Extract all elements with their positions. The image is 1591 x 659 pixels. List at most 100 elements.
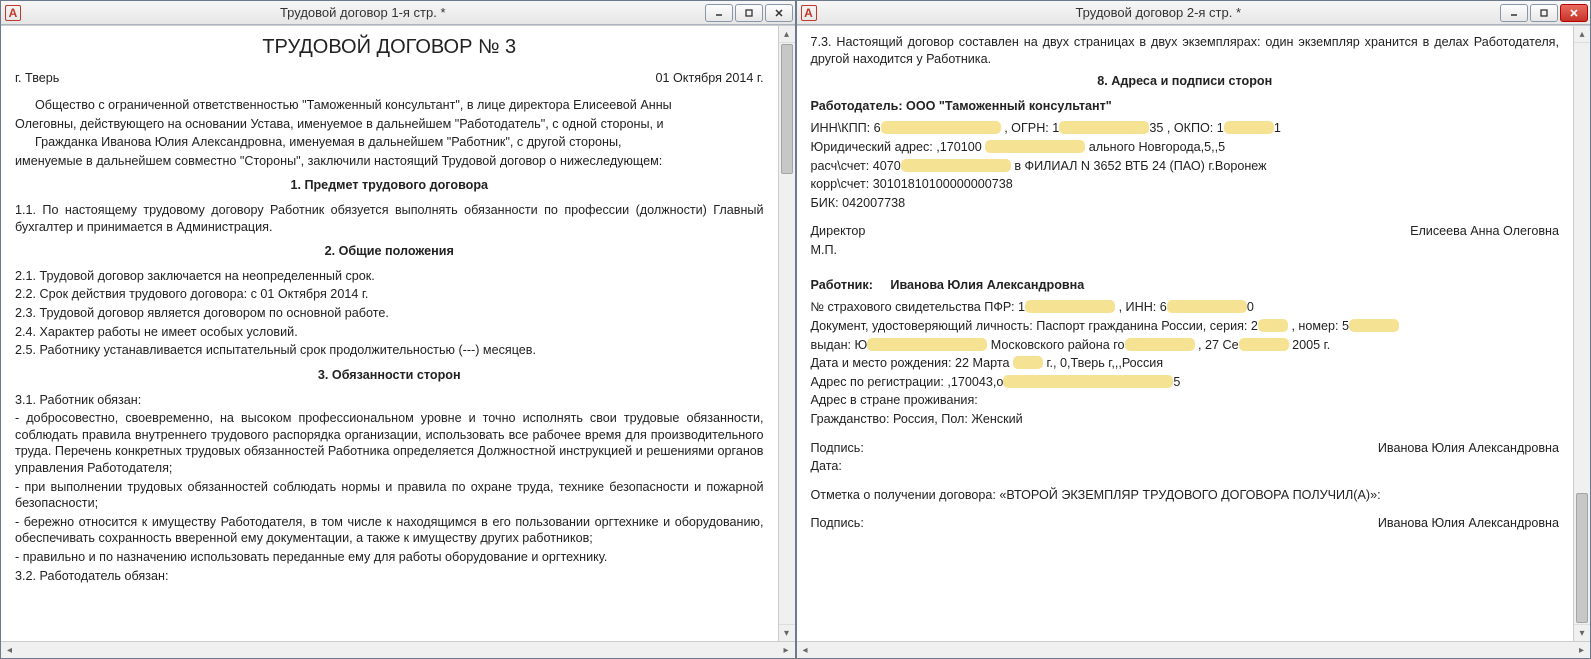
director-label: Директор <box>811 223 866 240</box>
employee-citizenship: Гражданство: Россия, Пол: Женский <box>811 411 1560 428</box>
employee-doc: Документ, удостоверяющий личность: Паспо… <box>811 318 1560 335</box>
employee-name: Иванова Юлия Александровна <box>890 278 1084 292</box>
scroll-right-arrow[interactable]: ▸ <box>778 645 795 656</box>
list-item: 2.1. Трудовой договор заключается на нео… <box>15 268 764 285</box>
client-area: ТРУДОВОЙ ДОГОВОР № 3 г. Тверь 01 Октября… <box>1 25 795 641</box>
maximize-button[interactable] <box>735 4 763 22</box>
employee-birth: Дата и место рождения: 22 Марта г., 0,Тв… <box>811 355 1560 372</box>
minimize-button[interactable] <box>1500 4 1528 22</box>
section-1-title: 1. Предмет трудового договора <box>15 177 764 194</box>
reg-addr-tail: 5 <box>1173 375 1180 389</box>
window-title: Трудовой договор 2-я стр. * <box>823 5 1495 20</box>
okpo-tail: 1 <box>1274 121 1281 135</box>
scroll-up-arrow[interactable]: ▴ <box>779 26 795 43</box>
employer-bik: БИК: 042007738 <box>811 195 1560 212</box>
doc-title: ТРУДОВОЙ ДОГОВОР № 3 <box>15 34 764 60</box>
p-7-3: 7.3. Настоящий договор составлен на двух… <box>811 34 1560 67</box>
list-item: - при выполнении трудовых обязанностей с… <box>15 479 764 512</box>
inn-label: ИНН\КПП: 6 <box>811 121 881 135</box>
signature-label: Подпись: <box>811 440 864 457</box>
window-controls <box>1500 4 1588 22</box>
section-8-title: 8. Адреса и подписи сторон <box>811 73 1560 90</box>
issued-year: 2005 г. <box>1289 338 1331 352</box>
redacted <box>1349 319 1399 332</box>
scroll-left-arrow[interactable]: ◂ <box>797 645 814 656</box>
redacted <box>1239 338 1289 351</box>
rs-tail: в ФИЛИАЛ N 3652 ВТБ 24 (ПАО) г.Воронеж <box>1014 159 1266 173</box>
mp-stamp: М.П. <box>811 242 1560 259</box>
redacted <box>1013 356 1043 369</box>
birth-tail: г., 0,Тверь г,,,Россия <box>1043 356 1163 370</box>
minimize-button[interactable] <box>705 4 733 22</box>
employee-pfr: № страхового свидетельства ПФР: 1 , ИНН:… <box>811 299 1560 316</box>
list-item: 2.3. Трудовой договор является договором… <box>15 305 764 322</box>
redacted <box>985 140 1085 153</box>
redacted <box>1025 300 1115 313</box>
birth-label: Дата и место рождения: 22 Марта <box>811 356 1013 370</box>
employee-live-addr: Адрес в стране проживания: <box>811 392 1560 409</box>
vertical-scrollbar[interactable]: ▴ ▾ <box>778 26 795 641</box>
redacted <box>1167 300 1247 313</box>
rs-label: расч\счет: 4070 <box>811 159 901 173</box>
list-item: 2.4. Характер работы не имеет особых усл… <box>15 324 764 341</box>
redacted <box>1224 121 1274 134</box>
preamble-line: Гражданка Иванова Юлия Александровна, им… <box>15 134 764 151</box>
redacted <box>1125 338 1195 351</box>
close-button[interactable] <box>1560 4 1588 22</box>
legal-addr-tail: ального Новгорода,5,,5 <box>1089 140 1225 154</box>
section-2-title: 2. Общие положения <box>15 243 764 260</box>
preamble-line: Общество с ограниченной ответственностью… <box>15 97 764 114</box>
titlebar[interactable]: A Трудовой договор 1-я стр. * <box>1 1 795 25</box>
okpo-label: , ОКПО: 1 <box>1167 121 1224 135</box>
scroll-left-arrow[interactable]: ◂ <box>1 645 18 656</box>
vertical-scrollbar[interactable]: ▴ ▾ <box>1573 26 1590 641</box>
issued-tail: , 27 Се <box>1198 338 1239 352</box>
preamble-line: именуемые в дальнейшем совместно "Сторон… <box>15 153 764 170</box>
employee-heading: Работник: Иванова Юлия Александровна <box>811 277 1560 294</box>
issued-label: выдан: Ю <box>811 338 868 352</box>
list-item: - добросовестно, своевременно, на высоко… <box>15 410 764 476</box>
preamble-line: Олеговны, действующего на основании Уста… <box>15 116 764 133</box>
employer-ks: корр\счет: 30101810100000000738 <box>811 176 1560 193</box>
scroll-thumb[interactable] <box>1576 493 1588 623</box>
employer-heading: Работодатель: ООО "Таможенный консультан… <box>811 98 1560 115</box>
pfr-tail: 0 <box>1247 300 1254 314</box>
list-item: 2.2. Срок действия трудового договора: с… <box>15 286 764 303</box>
employee-issued: выдан: Ю Московского района го , 27 Се 2… <box>811 337 1560 354</box>
maximize-button[interactable] <box>1530 4 1558 22</box>
document-body[interactable]: ТРУДОВОЙ ДОГОВОР № 3 г. Тверь 01 Октября… <box>1 26 778 641</box>
pfr-inn-label: , ИНН: 6 <box>1119 300 1167 314</box>
client-area: 7.3. Настоящий договор составлен на двух… <box>797 25 1591 641</box>
signature-name: Иванова Юлия Александровна <box>1378 440 1559 457</box>
scroll-thumb[interactable] <box>781 44 793 174</box>
redacted <box>867 338 987 351</box>
window-title: Трудовой договор 1-я стр. * <box>27 5 699 20</box>
signature2-name: Иванова Юлия Александровна <box>1378 515 1559 532</box>
horizontal-scrollbar[interactable]: ◂ ▸ <box>797 641 1591 658</box>
receipt-note: Отметка о получении договора: «ВТОРОЙ ЭК… <box>811 487 1560 504</box>
s1-p1: 1.1. По настоящему трудовому договору Ра… <box>15 202 764 235</box>
issued-mid: Московского района го <box>991 338 1125 352</box>
titlebar[interactable]: A Трудовой договор 2-я стр. * <box>797 1 1591 25</box>
s3-1-head: 3.1. Работник обязан: <box>15 392 764 409</box>
app-icon: A <box>801 5 817 21</box>
doc-date: 01 Октября 2014 г. <box>655 70 763 87</box>
scroll-up-arrow[interactable]: ▴ <box>1574 26 1590 43</box>
scroll-down-arrow[interactable]: ▾ <box>779 624 795 641</box>
redacted <box>1059 121 1149 134</box>
employer-legal-address: Юридический адрес: ,170100 ального Новго… <box>811 139 1560 156</box>
employee-label: Работник: <box>811 278 873 292</box>
scroll-down-arrow[interactable]: ▾ <box>1574 624 1590 641</box>
horizontal-scrollbar[interactable]: ◂ ▸ <box>1 641 795 658</box>
redacted <box>881 121 1001 134</box>
document-body[interactable]: 7.3. Настоящий договор составлен на двух… <box>797 26 1574 641</box>
redacted <box>901 159 1011 172</box>
scroll-right-arrow[interactable]: ▸ <box>1573 645 1590 656</box>
desktop: A Трудовой договор 1-я стр. * ТРУДОВОЙ Д… <box>0 0 1591 659</box>
employer-rs: расч\счет: 4070 в ФИЛИАЛ N 3652 ВТБ 24 (… <box>811 158 1560 175</box>
window-controls <box>705 4 793 22</box>
close-button[interactable] <box>765 4 793 22</box>
window-page-2: A Трудовой договор 2-я стр. * 7.3. Насто… <box>796 0 1591 659</box>
app-icon: A <box>5 5 21 21</box>
pfr-label: № страхового свидетельства ПФР: 1 <box>811 300 1026 314</box>
